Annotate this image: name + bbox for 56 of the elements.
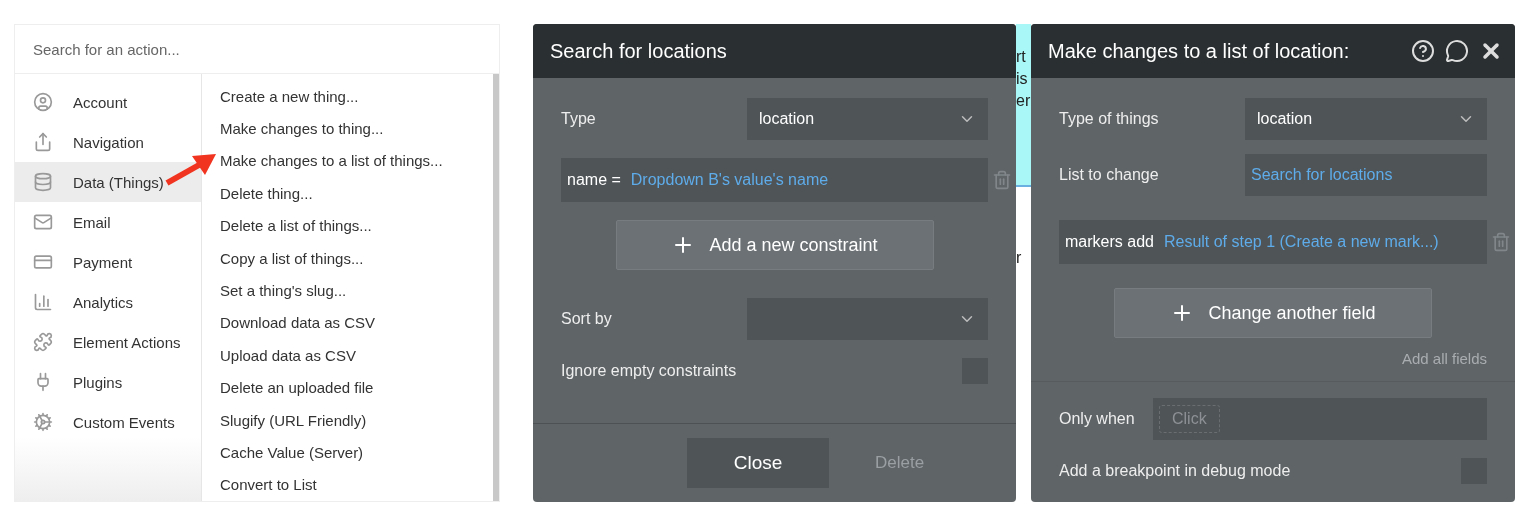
constraint-field[interactable]: name = Dropdown B's value's name: [561, 158, 988, 202]
category-item[interactable]: Payment: [15, 242, 201, 282]
action-item[interactable]: Make changes to a list of things...: [220, 144, 493, 178]
type-dropdown[interactable]: location: [747, 98, 988, 140]
dialog-title: Search for locations: [550, 39, 728, 63]
category-item[interactable]: Custom Events: [15, 402, 201, 442]
action-item[interactable]: Delete an uploaded file: [220, 371, 493, 404]
action-item[interactable]: Delete a list of things...: [220, 209, 493, 242]
field-label: Ignore empty constraints: [561, 362, 737, 380]
action-item[interactable]: Cache Value (Server): [220, 436, 493, 469]
puzzle-icon: [33, 332, 53, 352]
help-icon[interactable]: [1411, 39, 1435, 63]
trash-icon[interactable]: [992, 170, 1012, 190]
credit-card-icon: [33, 252, 53, 272]
action-item[interactable]: Upload data as CSV: [220, 339, 493, 372]
backdrop-text: rt: [1016, 47, 1027, 67]
database-icon: [33, 172, 53, 192]
field-label: Add a breakpoint in debug mode: [1059, 462, 1291, 480]
action-item[interactable]: Create a new thing...: [220, 80, 493, 113]
action-item[interactable]: Make changes to thing...: [220, 112, 493, 145]
backdrop-text: r: [1016, 249, 1022, 266]
gears-icon: [33, 412, 53, 432]
field-label: Type of things: [1059, 110, 1160, 128]
change-another-field-button[interactable]: Change another field: [1114, 288, 1432, 338]
change-field[interactable]: markers add Result of step 1 (Create a new mark...): [1059, 220, 1487, 264]
dialog-title: Make changes to a list of location:: [1048, 39, 1351, 63]
close-button[interactable]: Close: [687, 438, 829, 488]
add-constraint-button[interactable]: Add a new constraint: [615, 220, 934, 270]
action-item[interactable]: Set a thing's slug...: [220, 274, 493, 307]
category-item[interactable]: Data (Things): [15, 162, 201, 202]
action-item[interactable]: Slugify (URL Friendly): [220, 403, 493, 437]
type-dropdown[interactable]: location: [1245, 98, 1487, 140]
category-item[interactable]: Email: [15, 202, 201, 242]
field-label: List to change: [1059, 166, 1160, 184]
share-icon: [33, 132, 53, 152]
action-item[interactable]: Convert to List: [220, 468, 493, 502]
field-label: Only when: [1059, 410, 1136, 428]
arrow-icon: [165, 153, 217, 187]
category-item[interactable]: Account: [15, 82, 201, 122]
action-item[interactable]: Download data as CSV: [220, 306, 493, 340]
category-item[interactable]: Navigation: [15, 122, 201, 162]
field-label: Type: [561, 110, 597, 128]
bar-chart-icon: [33, 292, 53, 312]
trash-icon[interactable]: [1491, 232, 1511, 252]
backdrop-text: er: [1016, 91, 1031, 111]
field-label: Sort by: [561, 310, 613, 328]
category-item[interactable]: Element Actions: [15, 322, 201, 362]
category-item[interactable]: Plugins: [15, 362, 201, 402]
user-icon: [33, 92, 53, 112]
action-item[interactable]: Delete thing...: [220, 177, 493, 210]
action-item[interactable]: Copy a list of things...: [220, 241, 493, 275]
comment-icon[interactable]: [1445, 39, 1469, 63]
backdrop-text: is: [1016, 69, 1029, 89]
sort-dropdown[interactable]: [747, 298, 988, 340]
category-item[interactable]: Analytics: [15, 282, 201, 322]
mail-icon: [33, 212, 53, 232]
